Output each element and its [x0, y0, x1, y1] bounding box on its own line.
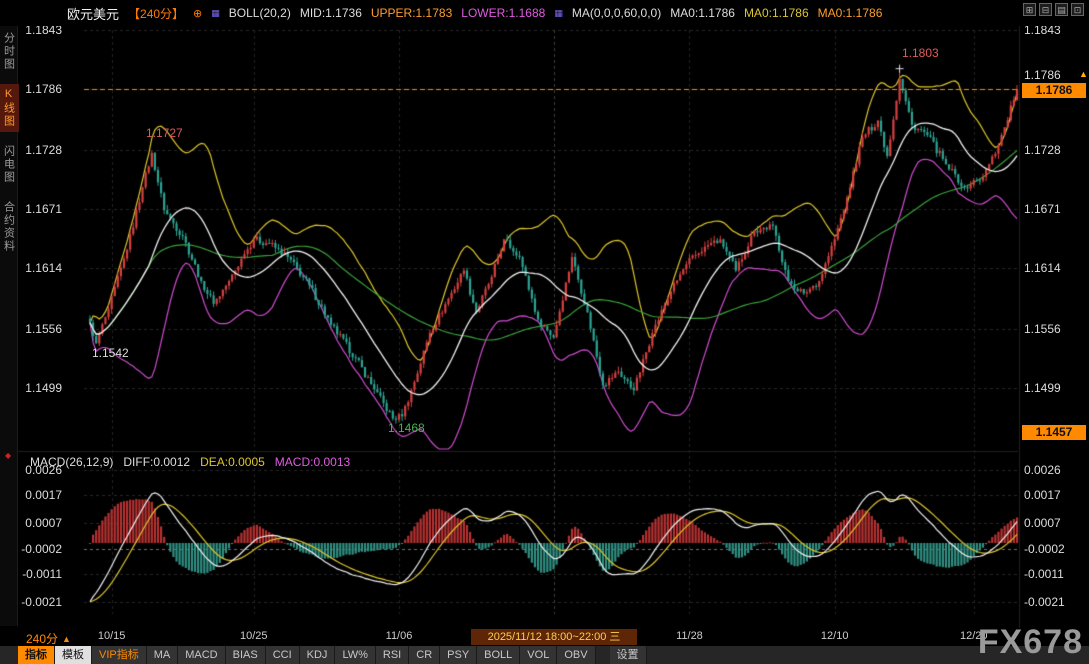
boll-label: BOLL(20,2) [229, 6, 291, 20]
period-label[interactable]: 【240分】 [128, 5, 184, 22]
price-annotation: 1.1542 [92, 346, 129, 360]
macd-label-right: -0.0011 [1024, 567, 1064, 581]
period-selector[interactable]: 240分 ▲ [26, 630, 71, 647]
macd-dea-value: DEA:0.0005 [200, 455, 265, 469]
tab-BOLL[interactable]: BOLL [477, 646, 520, 664]
price-label-right: 1.1728 [1024, 143, 1061, 157]
price-label-right: 1.1499 [1024, 381, 1061, 395]
sidebar-item-0[interactable]: 分时图 [0, 28, 19, 75]
last-price-badge: 1.1786 [1022, 83, 1086, 98]
price-label-left: 1.1728 [16, 143, 62, 157]
tab-PSY[interactable]: PSY [440, 646, 477, 664]
period-dropdown-arrow-icon: ▲ [62, 634, 71, 644]
macd-diff-value: DIFF:0.0012 [123, 455, 190, 469]
top-indicator-bar: 欧元美元 【240分】 ⊕ ▦ BOLL(20,2) MID:1.1736 UP… [0, 0, 1089, 26]
sidebar-item-2[interactable]: 闪电图 [0, 141, 19, 188]
price-annotation: 1.1468 [388, 421, 425, 435]
price-label-left: 1.1499 [16, 381, 62, 395]
tab-VIP指标[interactable]: VIP指标 [92, 646, 147, 664]
crosshair-date-readout: 2025/11/12 18:00~22:00 三 [471, 629, 637, 645]
date-tick: 11/06 [379, 630, 419, 642]
price-label-left: 1.1671 [16, 202, 62, 216]
boll-settings-icon[interactable]: ▦ [211, 8, 220, 19]
layout-grid-icon[interactable]: ⊞ [1023, 3, 1036, 16]
macd-label-left: -0.0002 [16, 542, 62, 556]
ma-label: MA(0,0,0,60,0,0) [572, 6, 661, 20]
macd-label-left: -0.0021 [16, 595, 62, 609]
tab-RSI[interactable]: RSI [376, 646, 409, 664]
macd-label-left: 0.0007 [16, 516, 62, 530]
period-add-icon[interactable]: ⊕ [193, 7, 202, 20]
price-up-arrow-icon: ▲ [1079, 69, 1088, 79]
sidebar-item-1[interactable]: K线图 [0, 84, 19, 132]
tab-LW%[interactable]: LW% [335, 646, 375, 664]
macd-indicator-header: MACD(26,12,9) DIFF:0.0012 DEA:0.0005 MAC… [30, 455, 350, 469]
date-tick: 10/15 [92, 630, 132, 642]
period-selector-label: 240分 [26, 630, 58, 647]
tab-KDJ[interactable]: KDJ [300, 646, 336, 664]
macd-label-left: -0.0011 [16, 567, 62, 581]
price-annotation: 1.1803 [902, 46, 939, 60]
tab-VOL[interactable]: VOL [520, 646, 557, 664]
tab-设置[interactable]: 设置 [610, 646, 647, 664]
price-label-right: 1.1614 [1024, 261, 1061, 275]
tab-模板[interactable]: 模板 [55, 646, 92, 664]
indicator-tab-bar: 指标模板VIP指标MAMACDBIASCCIKDJLW%RSICRPSYBOLL… [0, 646, 1089, 664]
boll-mid-value: MID:1.1736 [300, 6, 362, 20]
ma-value-2: MA0:1.1786 [744, 6, 809, 20]
macd-label-right: -0.0021 [1024, 595, 1065, 609]
tab-CCI[interactable]: CCI [266, 646, 300, 664]
symbol-name: 欧元美元 [67, 4, 119, 23]
date-tick: 10/25 [234, 630, 274, 642]
boll-lower-value: LOWER:1.1688 [461, 6, 545, 20]
tab-MA[interactable]: MA [147, 646, 179, 664]
macd-label-right: -0.0002 [1024, 542, 1065, 556]
price-label-right: 1.1556 [1024, 322, 1061, 336]
tab-指标[interactable]: 指标 [18, 646, 55, 664]
layout-rows-icon[interactable]: ▤ [1055, 3, 1068, 16]
tab-BIAS[interactable]: BIAS [226, 646, 266, 664]
macd-name: MACD(26,12,9) [30, 455, 113, 469]
date-tick: 11/28 [669, 630, 709, 642]
macd-label-right: 0.0017 [1024, 488, 1061, 502]
macd-label-left: 0.0017 [16, 488, 62, 502]
ma-value-3: MA0:1.1786 [818, 6, 883, 20]
macd-label-right: 0.0007 [1024, 516, 1061, 530]
boll-upper-value: UPPER:1.1783 [371, 6, 452, 20]
ma-value-1: MA0:1.1786 [670, 6, 735, 20]
tab-OBV[interactable]: OBV [557, 646, 595, 664]
layout-tile-icon[interactable]: ⊟ [1039, 3, 1052, 16]
splitter-handle-icon[interactable]: ◆ [5, 451, 11, 460]
scale-low-badge: 1.1457 [1022, 425, 1086, 440]
layout-single-icon[interactable]: ⊡ [1071, 3, 1084, 16]
sidebar-item-3[interactable]: 合约资料 [0, 197, 19, 257]
date-tick: 12/10 [815, 630, 855, 642]
macd-label-right: 0.0026 [1024, 463, 1061, 477]
price-label-left: 1.1614 [16, 261, 62, 275]
macd-macd-value: MACD:0.0013 [275, 455, 350, 469]
watermark-logo: FX678 [978, 623, 1083, 662]
price-annotation: 1.1727 [146, 126, 183, 140]
tab-CR[interactable]: CR [409, 646, 440, 664]
ma-settings-icon[interactable]: ▦ [554, 8, 563, 19]
kline-chart-canvas[interactable] [0, 0, 1089, 664]
price-label-left: 1.1556 [16, 322, 62, 336]
tab-MACD[interactable]: MACD [178, 646, 225, 664]
price-label-right: 1.1786 [1024, 68, 1061, 82]
price-label-right: 1.1671 [1024, 202, 1061, 216]
price-label-left: 1.1786 [16, 82, 62, 96]
window-layout-icons: ⊞⊟▤⊡ [1023, 3, 1084, 16]
chart-type-sidebar: 分时图 K线图闪电图合约资料 [0, 26, 18, 626]
